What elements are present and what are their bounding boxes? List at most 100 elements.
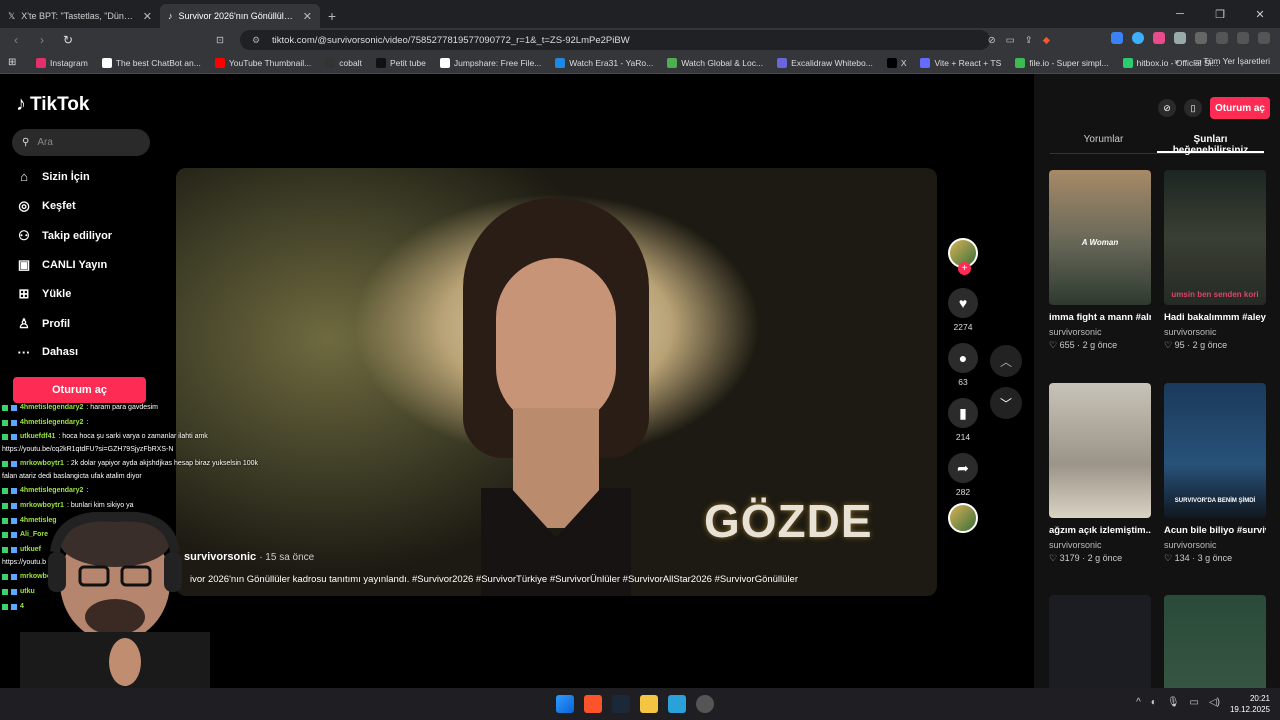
menu-icon[interactable] (1258, 32, 1270, 44)
extension-icon[interactable] (1132, 32, 1144, 44)
extension-icon[interactable] (1174, 32, 1186, 44)
close-tab-icon[interactable]: ✕ (143, 10, 152, 23)
bookmark-item[interactable]: Watch Global & Loc... (667, 57, 763, 68)
sidebar-item-3[interactable]: ▣ CANLI Yayın (16, 257, 107, 273)
tab-you-may-like[interactable]: Şunları beğenebilirsiniz (1157, 134, 1264, 156)
video-card[interactable]: A Woman imma fight a mann #almeda #adilh… (1049, 170, 1151, 351)
network-icon[interactable]: ▭ (1190, 697, 1199, 708)
bookmark-favicon-icon (375, 57, 386, 68)
sidebar-item-5[interactable]: ♙ Profil (16, 316, 70, 332)
bookmark-item[interactable]: file.io - Super simpl... (1015, 57, 1109, 68)
url-actions: ⊘ ▭ ⇪ ◆ (988, 35, 1050, 46)
all-bookmarks-folder[interactable]: ▭ Tüm Yer İşaretleri (1193, 56, 1270, 67)
video-card[interactable]: SURVIVOR'DA BENİM ŞİMDİ Acun bile biliyo… (1164, 383, 1266, 564)
tab-title: Survivor 2026'nın Gönüllüler kad (178, 11, 297, 21)
brave-shields-icon[interactable]: ◆ (1043, 35, 1050, 46)
bookmark-item[interactable]: Petit tube (375, 57, 426, 68)
extensions (1111, 32, 1270, 44)
share-icon[interactable]: ⇪ (1025, 35, 1033, 46)
sidebar-item-label: Takip ediliyor (42, 229, 113, 242)
chat-message: 4hmetislegendary2: (2, 419, 88, 426)
file-explorer-icon[interactable] (640, 695, 658, 713)
like-button[interactable]: ♥ (948, 288, 978, 318)
bookmark-item[interactable]: X (886, 57, 906, 68)
tab-tiktok[interactable]: ♪ Survivor 2026'nın Gönüllüler kad ✕ (160, 4, 320, 28)
sidebar-icon[interactable] (1237, 32, 1249, 44)
sidebar-item-0[interactable]: ⌂ Sizin İçin (16, 169, 90, 184)
close-window-icon[interactable]: ✕ (1240, 0, 1280, 28)
taskbar-clock[interactable]: 20:21 19.12.2025 (1230, 693, 1270, 715)
following-icon: ⚇ (18, 227, 30, 243)
tray-app-icon[interactable]: ◐ (1151, 697, 1157, 708)
windows-start-icon[interactable] (556, 695, 574, 713)
bookmark-item[interactable]: Vite + React + TS (920, 57, 1001, 68)
app-icon[interactable] (696, 695, 714, 713)
restore-icon[interactable]: ❐ (1200, 0, 1240, 28)
chat-badge-icon (11, 419, 17, 426)
apps-grid-icon[interactable]: ⊞ (8, 57, 24, 68)
bookmark-item[interactable]: cobalt (325, 57, 362, 68)
new-tab-button[interactable]: + (320, 4, 344, 28)
extension-icon[interactable] (1195, 32, 1207, 44)
sidebar-item-1[interactable]: ◎ Keşfet (16, 198, 75, 214)
app-icon[interactable] (668, 695, 686, 713)
login-button[interactable]: Oturum aç (13, 377, 146, 403)
sidebar-item-2[interactable]: ⚇ Takip ediliyor (16, 228, 112, 244)
video-player[interactable]: GÖZDE survivorsonic · 15 sa önce ivor 20… (176, 168, 937, 596)
reload-icon[interactable]: ↻ (60, 33, 76, 47)
card-thumbnail: umsin ben senden kori (1164, 170, 1266, 305)
bookmark-item[interactable]: Instagram (36, 57, 88, 68)
bookmark-label: cobalt (339, 57, 362, 68)
follow-plus-icon[interactable]: + (958, 262, 971, 275)
site-info-icon[interactable]: ⚙ (252, 35, 260, 46)
more-bookmarks-button[interactable]: » (1174, 56, 1179, 67)
coin-icon[interactable]: ⊘ (1158, 99, 1176, 117)
address-bar[interactable]: ⊡ ⚙ tiktok.com/@survivorsonic/video/7585… (216, 30, 1050, 50)
video-card[interactable]: umsin ben senden kori Hadi bakalımmm #al… (1164, 170, 1266, 351)
back-icon[interactable]: ‹ (8, 33, 24, 47)
card-title: Acun bile biliyo #survivortürkiye... (1164, 525, 1266, 536)
video-card[interactable] (1164, 595, 1266, 688)
bookmark-item[interactable]: YouTube Thumbnail... (214, 57, 311, 68)
forward-icon[interactable]: › (34, 33, 50, 47)
share-button[interactable]: ➦ (948, 453, 978, 483)
microphone-icon[interactable]: 🎙 (1167, 697, 1180, 708)
minimize-icon[interactable]: ─ (1160, 0, 1200, 28)
tiktok-logo[interactable]: ♪ TikTok (16, 93, 89, 116)
sidebar-item-4[interactable]: ⊞ Yükle (16, 286, 72, 302)
sound-disc[interactable] (948, 503, 978, 533)
volume-icon[interactable]: ◁) (1209, 697, 1220, 708)
bookmark-item[interactable]: Jumpshare: Free File... (439, 57, 541, 68)
login-button[interactable]: Oturum aç (1210, 97, 1270, 119)
bookmark-favicon-icon (555, 57, 566, 68)
chevron-up-icon[interactable]: ^ (1136, 697, 1141, 708)
video-card[interactable]: ağzım açık izlemiştim... survivorsonic ♡… (1049, 383, 1151, 564)
author-avatar[interactable]: + (948, 238, 978, 275)
card-title: ağzım açık izlemiştim... (1049, 525, 1151, 536)
save-button[interactable]: ▮ (948, 398, 978, 428)
tab-x[interactable]: 𝕏 X'te BPT: "Tastetlas, "Dünyanın en iyi… (0, 4, 160, 28)
video-card[interactable] (1049, 595, 1151, 688)
phone-icon[interactable]: ▯ (1184, 99, 1202, 117)
tab-comments[interactable]: Yorumlar (1050, 134, 1157, 153)
puzzle-icon[interactable] (1216, 32, 1228, 44)
chat-username: utkuefdf41 (20, 433, 56, 440)
bookmark-item[interactable]: Excalidraw Whitebo... (777, 57, 873, 68)
comment-button[interactable]: ● (948, 343, 978, 373)
close-tab-icon[interactable]: ✕ (303, 10, 312, 23)
panel-tabs: Yorumlar Şunları beğenebilirsiniz (1050, 134, 1264, 156)
no-tracking-icon[interactable]: ⊘ (988, 35, 996, 46)
extension-icon[interactable] (1111, 32, 1123, 44)
extension-icon[interactable] (1153, 32, 1165, 44)
brave-browser-icon[interactable] (584, 695, 602, 713)
sidebar-item-6[interactable]: ··· Dahası (16, 345, 79, 360)
bookmark-item[interactable]: The best ChatBot an... (101, 57, 201, 68)
next-video-button[interactable]: ﹀ (990, 387, 1022, 419)
steam-icon[interactable] (612, 695, 630, 713)
search-input[interactable]: ⚲ Ara (12, 129, 150, 156)
cast-icon[interactable]: ▭ (1006, 35, 1015, 46)
previous-video-button[interactable]: ︿ (990, 345, 1022, 377)
bookmark-icon[interactable]: ⊡ (216, 35, 224, 46)
windows-taskbar: ^ ◐ 🎙 ▭ ◁) 20:21 19.12.2025 (0, 688, 1280, 720)
bookmark-item[interactable]: Watch Era31 - YaRo... (555, 57, 653, 68)
